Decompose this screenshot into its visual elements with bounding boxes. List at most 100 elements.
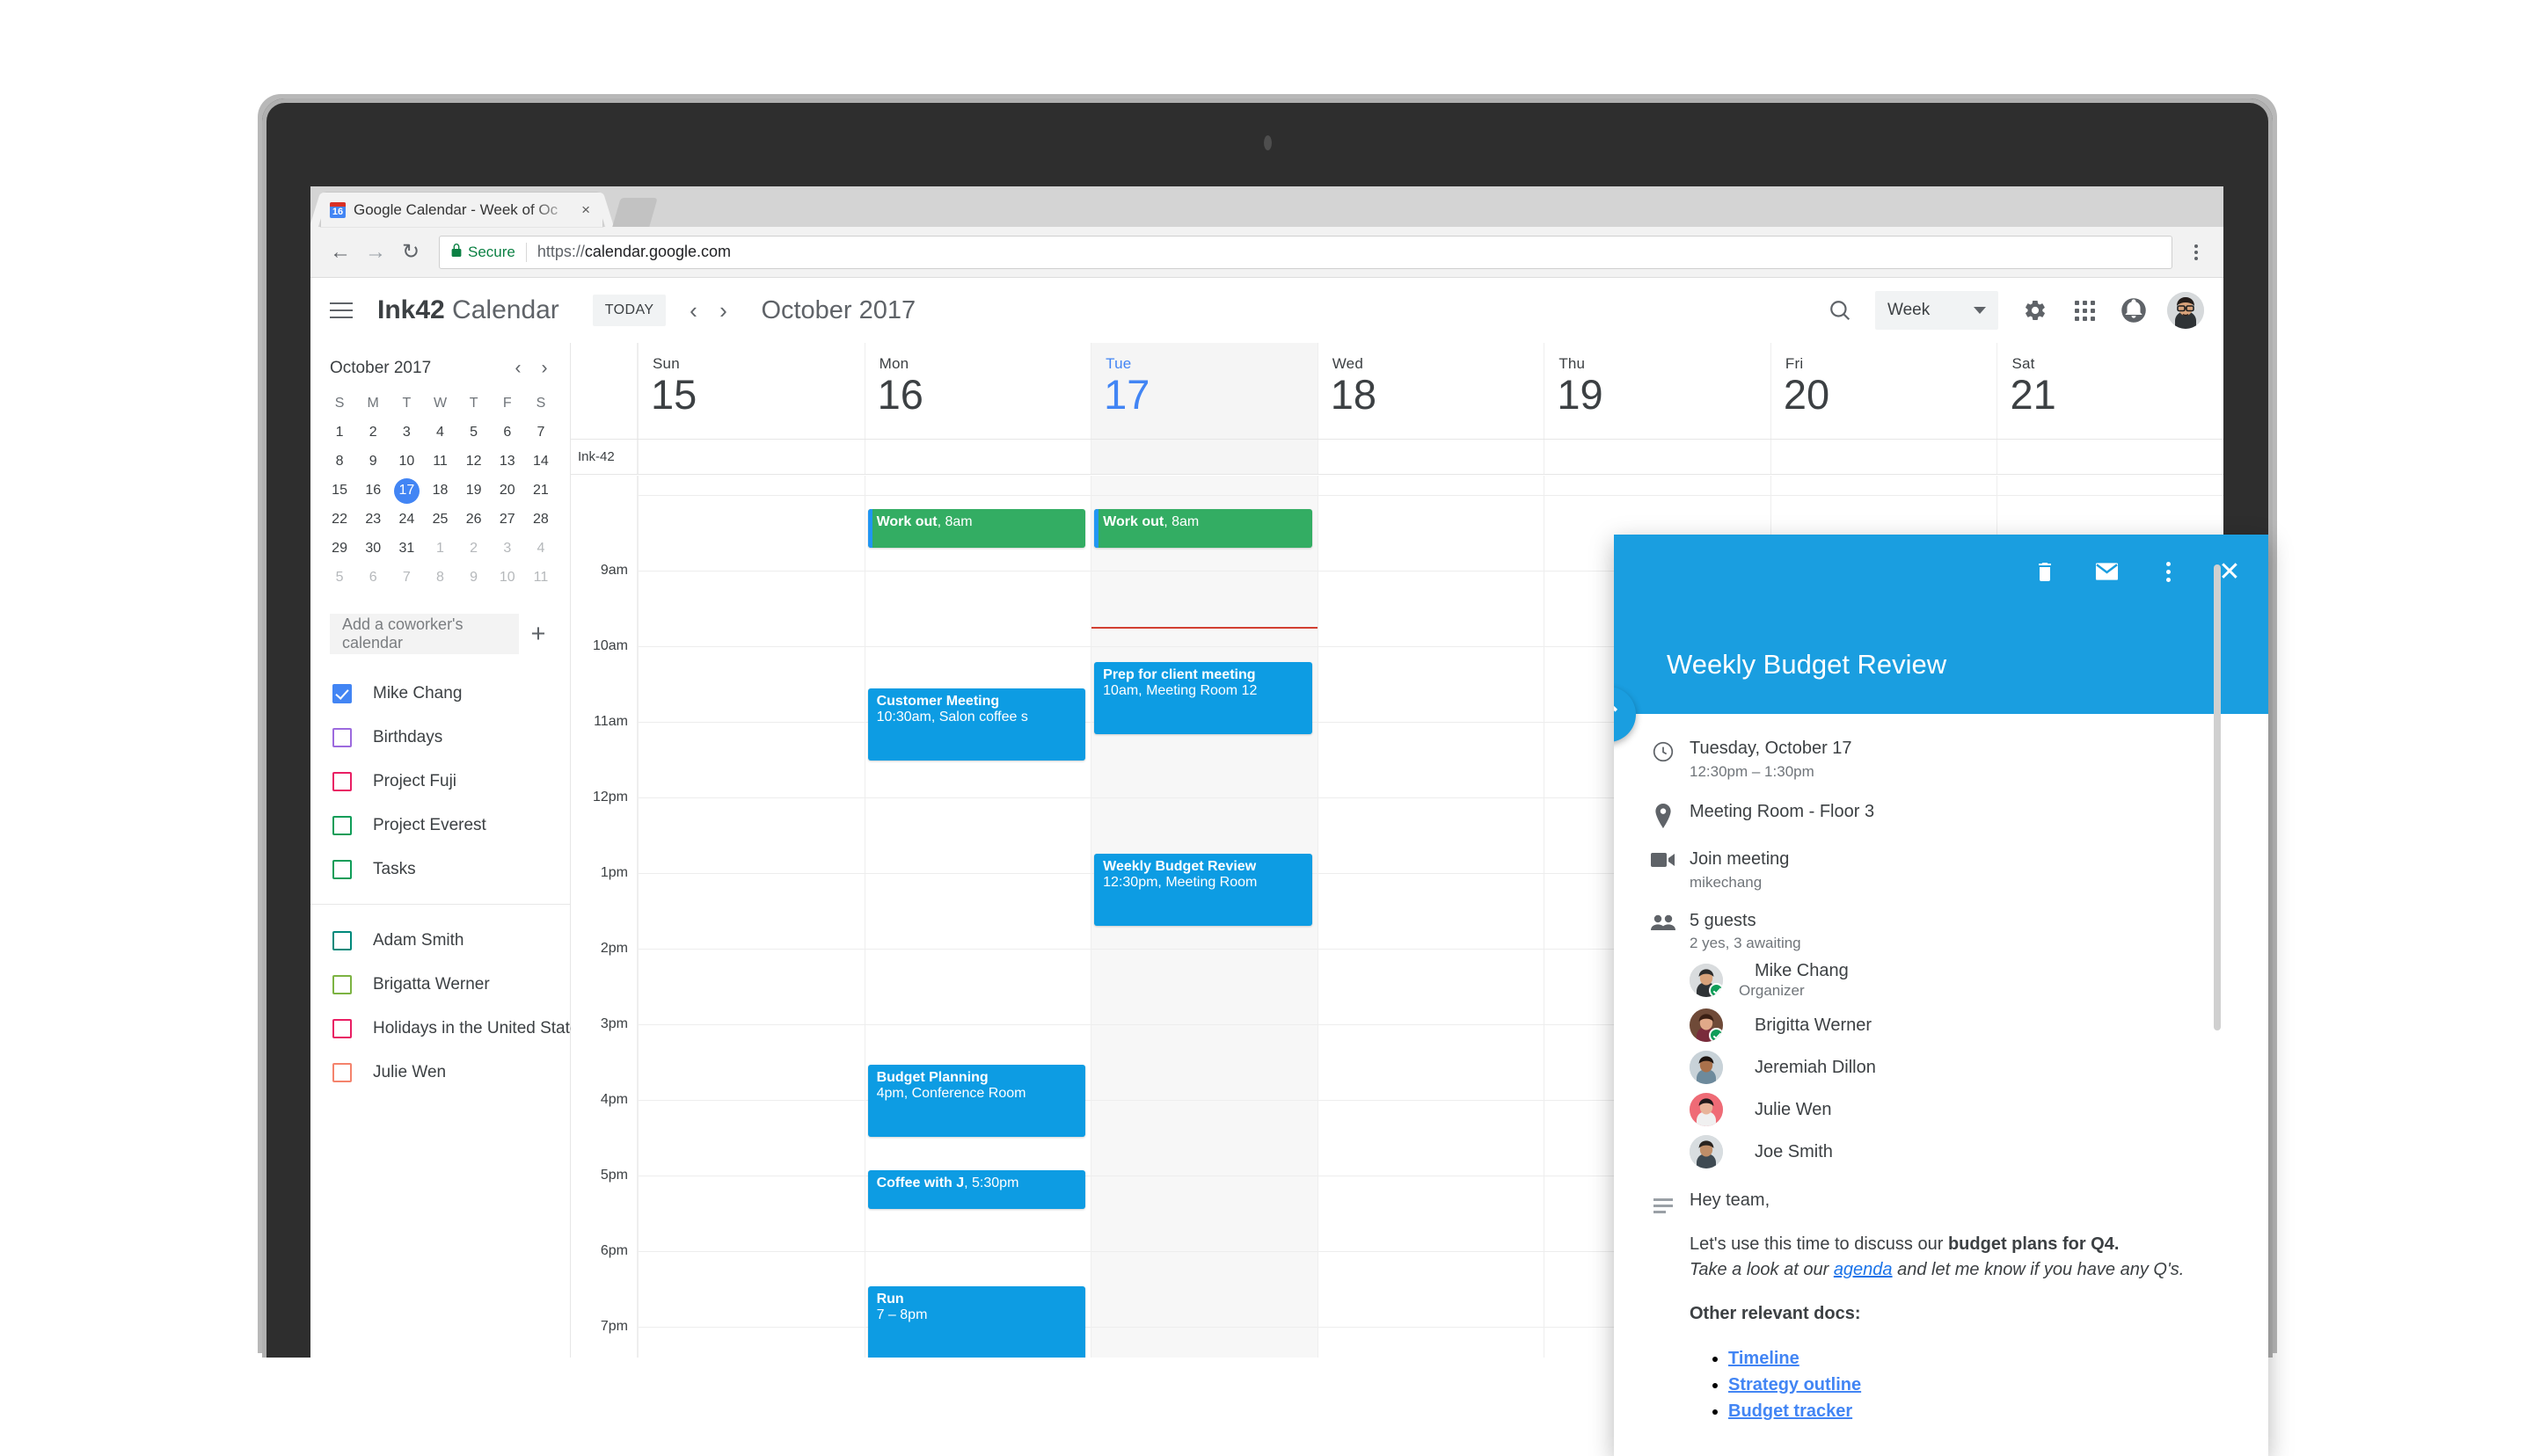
day-header-thu[interactable]: Thu 19 — [1544, 343, 1770, 439]
mini-cal-day[interactable]: 4 — [423, 419, 456, 446]
reload-icon[interactable]: ↻ — [393, 235, 428, 270]
mini-cal-day[interactable]: 5 — [323, 564, 356, 591]
day-header-sat[interactable]: Sat 21 — [1996, 343, 2223, 439]
next-period-icon[interactable]: › — [708, 295, 738, 325]
mini-cal-day[interactable]: 30 — [356, 535, 390, 562]
day-column-sun[interactable] — [638, 476, 865, 1358]
mini-cal-day[interactable]: 21 — [524, 477, 558, 504]
mini-cal-day[interactable]: 28 — [524, 506, 558, 533]
calendar-event[interactable]: Customer Meeting 10:30am, Salon coffee s — [867, 688, 1086, 761]
other-calendar-item[interactable]: Julie Wen — [310, 1051, 570, 1095]
gear-icon[interactable] — [2016, 291, 2055, 330]
mini-cal-day[interactable]: 20 — [491, 477, 524, 504]
calendar-event[interactable]: Work out, 8am — [1094, 509, 1312, 548]
mini-cal-day[interactable]: 11 — [423, 448, 456, 475]
mini-cal-day[interactable]: 8 — [323, 448, 356, 475]
my-calendar-item[interactable]: Project Fuji — [310, 760, 570, 804]
all-day-cell[interactable] — [864, 440, 1091, 474]
today-button[interactable]: TODAY — [592, 295, 667, 326]
view-selector[interactable]: Week — [1875, 291, 1998, 330]
mini-calendar-prev-icon[interactable]: ‹ — [505, 355, 531, 382]
calendar-checkbox[interactable] — [332, 860, 352, 879]
mini-cal-day[interactable]: 1 — [323, 419, 356, 446]
mini-cal-day[interactable]: 5 — [457, 419, 491, 446]
day-column-tue[interactable]: Work out, 8am Prep for client meeting 10am… — [1091, 476, 1318, 1358]
mini-cal-day[interactable]: 23 — [356, 506, 390, 533]
calendar-event[interactable]: Run 7 – 8pm — [867, 1286, 1086, 1358]
day-header-fri[interactable]: Fri 20 — [1770, 343, 1997, 439]
mini-cal-day[interactable]: 14 — [524, 448, 558, 475]
other-calendar-item[interactable]: Brigatta Werner — [310, 963, 570, 1007]
all-day-cell[interactable] — [1317, 440, 1544, 474]
doc-link[interactable]: Strategy outline — [1728, 1375, 1861, 1394]
day-header-wed[interactable]: Wed 18 — [1317, 343, 1544, 439]
envelope-icon[interactable] — [2089, 554, 2124, 589]
calendar-checkbox[interactable] — [332, 931, 352, 950]
my-calendar-item[interactable]: Project Everest — [310, 804, 570, 848]
day-header-tue[interactable]: Tue 17 — [1091, 343, 1318, 439]
day-column-wed[interactable] — [1317, 476, 1544, 1358]
mini-cal-day[interactable]: 2 — [457, 535, 491, 562]
mini-cal-day[interactable]: 27 — [491, 506, 524, 533]
agenda-link[interactable]: agenda — [1834, 1260, 1893, 1279]
join-meeting-label[interactable]: Join meeting — [1690, 848, 2245, 870]
calendar-event[interactable]: Budget Planning 4pm, Conference Room — [867, 1065, 1086, 1137]
notifications-bell-icon[interactable] — [2114, 291, 2153, 330]
all-day-cell[interactable] — [638, 440, 865, 474]
guest-row[interactable]: Mike Chang Organizer — [1690, 961, 2245, 1000]
mini-cal-day[interactable]: 13 — [491, 448, 524, 475]
mini-cal-day[interactable]: 19 — [457, 477, 491, 504]
mini-cal-day[interactable]: 10 — [491, 564, 524, 591]
mini-cal-day[interactable]: 16 — [356, 477, 390, 504]
all-day-cell[interactable] — [1996, 440, 2223, 474]
all-day-cell[interactable] — [1091, 440, 1318, 474]
mini-cal-day[interactable]: 15 — [323, 477, 356, 504]
mini-cal-day[interactable]: 22 — [323, 506, 356, 533]
mini-cal-day[interactable]: 25 — [423, 506, 456, 533]
event-location[interactable]: Meeting Room - Floor 3 — [1690, 800, 2245, 823]
mini-cal-day[interactable]: 3 — [491, 535, 524, 562]
calendar-event[interactable]: Prep for client meeting 10am, Meeting Roo… — [1094, 662, 1312, 734]
day-column-mon[interactable]: Work out, 8am Customer Meeting 10:30am, Sa… — [864, 476, 1091, 1358]
menu-icon[interactable] — [330, 302, 353, 318]
calendar-event[interactable]: Weekly Budget Review 12:30pm, Meeting Roo… — [1094, 854, 1312, 926]
mini-cal-today[interactable]: 17 — [393, 477, 420, 504]
browser-tab[interactable]: 16 Google Calendar - Week of Oc × — [320, 193, 603, 228]
add-calendar-input[interactable]: Add a coworker's calendar — [330, 614, 519, 654]
calendar-checkbox[interactable] — [332, 1019, 352, 1038]
mini-calendar-next-icon[interactable]: › — [531, 355, 558, 382]
doc-link[interactable]: Timeline — [1728, 1349, 1799, 1368]
address-bar[interactable]: Secure https://calendar.google.com — [439, 235, 2172, 269]
calendar-checkbox[interactable] — [332, 772, 352, 791]
tab-close-icon[interactable]: × — [578, 201, 594, 219]
forward-icon[interactable]: → — [358, 235, 393, 270]
mini-cal-day[interactable]: 9 — [356, 448, 390, 475]
mini-cal-day[interactable]: 17 — [390, 477, 423, 504]
calendar-checkbox[interactable] — [332, 1063, 352, 1082]
calendar-event[interactable]: Coffee with J, 5:30pm — [867, 1170, 1086, 1209]
my-calendar-item[interactable]: Birthdays — [310, 716, 570, 760]
mini-cal-day[interactable]: 11 — [524, 564, 558, 591]
day-header-mon[interactable]: Mon 16 — [864, 343, 1091, 439]
guest-row[interactable]: Brigitta Werner — [1690, 1008, 2245, 1042]
all-day-cell[interactable] — [1770, 440, 1997, 474]
calendar-event[interactable]: Work out, 8am — [867, 509, 1086, 548]
all-day-cell[interactable] — [1544, 440, 1770, 474]
new-tab-button[interactable] — [612, 198, 658, 227]
mini-cal-day[interactable]: 12 — [457, 448, 491, 475]
mini-cal-day[interactable]: 26 — [457, 506, 491, 533]
day-header-sun[interactable]: Sun 15 — [638, 343, 865, 439]
my-calendar-item[interactable]: Mike Chang — [310, 672, 570, 716]
mini-cal-day[interactable]: 3 — [390, 419, 423, 446]
trash-icon[interactable] — [2027, 554, 2062, 589]
page-scrollbar[interactable] — [2214, 564, 2221, 1030]
doc-link[interactable]: Budget tracker — [1728, 1401, 1852, 1421]
guest-row[interactable]: Joe Smith — [1690, 1135, 2245, 1168]
other-calendar-item[interactable]: Holidays in the United States — [310, 1007, 588, 1051]
browser-menu-icon[interactable] — [2181, 236, 2211, 269]
more-vert-icon[interactable] — [2150, 554, 2186, 589]
calendar-checkbox[interactable] — [332, 684, 352, 703]
add-calendar-plus-icon[interactable]: + — [519, 620, 558, 649]
mini-cal-day[interactable]: 18 — [423, 477, 456, 504]
mini-cal-day[interactable]: 29 — [323, 535, 356, 562]
